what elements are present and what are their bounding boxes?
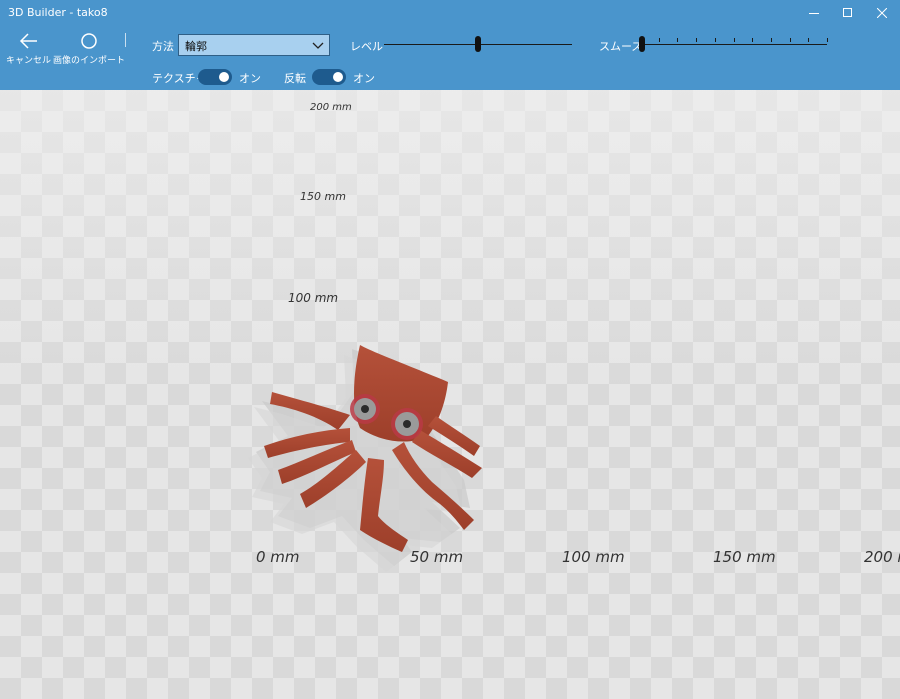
octopus-eye-left <box>350 394 380 424</box>
toolbar-separator <box>125 33 126 47</box>
level-slider-thumb[interactable] <box>475 36 481 52</box>
3d-viewport[interactable]: 200 mm 150 mm 100 mm 0 mm 50 mm 100 mm 1… <box>0 90 900 699</box>
smooth-slider-track[interactable] <box>640 44 827 45</box>
maximize-button[interactable] <box>831 0 865 26</box>
chevron-down-icon <box>312 42 324 49</box>
y-axis-label-150: 150 mm <box>300 190 346 203</box>
texture-toggle[interactable] <box>198 69 232 85</box>
texture-state: オン <box>239 72 261 85</box>
import-image-button[interactable]: 画像のインポート <box>53 32 125 66</box>
window-title: 3D Builder - tako8 <box>8 6 108 19</box>
import-image-label: 画像のインポート <box>53 56 126 66</box>
title-bar: 3D Builder - tako8 <box>0 0 900 26</box>
toggle-knob <box>333 72 343 82</box>
smooth-slider-thumb[interactable] <box>639 36 645 52</box>
octopus-eye-right <box>391 408 423 440</box>
flip-state: オン <box>353 72 375 85</box>
x-axis-label-0: 0 mm <box>256 548 300 566</box>
slider-tick <box>677 38 679 42</box>
maximize-icon <box>843 8 852 17</box>
method-value: 輪郭 <box>185 40 207 53</box>
y-axis-label-100: 100 mm <box>288 291 339 305</box>
flip-toggle[interactable] <box>312 69 346 85</box>
build-plate <box>0 90 900 699</box>
slider-tick <box>789 38 791 42</box>
smooth-label: スムーズ <box>599 40 643 53</box>
close-button[interactable] <box>865 0 899 26</box>
toggle-knob <box>219 72 229 82</box>
slider-tick <box>733 38 735 42</box>
x-axis-label-200: 200 mm <box>864 548 900 566</box>
slider-tick <box>696 38 698 42</box>
slider-tick <box>752 38 754 42</box>
slider-tick <box>714 38 716 42</box>
slider-tick <box>658 38 660 42</box>
x-axis-label-150: 150 mm <box>713 548 776 566</box>
flip-label: 反転 <box>284 72 306 85</box>
circle-icon <box>81 33 97 49</box>
import-toolbar: キャンセル 画像のインポート 方法 輪郭 レベル スムーズ テクスチャ オン 反… <box>0 26 900 90</box>
x-axis-label-50: 50 mm <box>410 548 464 566</box>
minimize-icon <box>809 13 819 14</box>
y-axis-label-200: 200 mm <box>310 102 352 113</box>
slider-tick <box>770 38 772 42</box>
method-select[interactable]: 輪郭 <box>178 34 330 56</box>
cancel-button[interactable]: キャンセル <box>6 32 51 66</box>
close-icon <box>877 8 887 18</box>
back-arrow-icon <box>19 33 37 49</box>
minimize-button[interactable] <box>797 0 831 26</box>
method-label: 方法 <box>152 40 174 53</box>
cancel-label: キャンセル <box>6 56 52 66</box>
slider-tick <box>808 38 810 42</box>
level-label: レベル <box>350 40 383 53</box>
slider-tick <box>827 38 828 42</box>
x-axis-label-100: 100 mm <box>562 548 625 566</box>
